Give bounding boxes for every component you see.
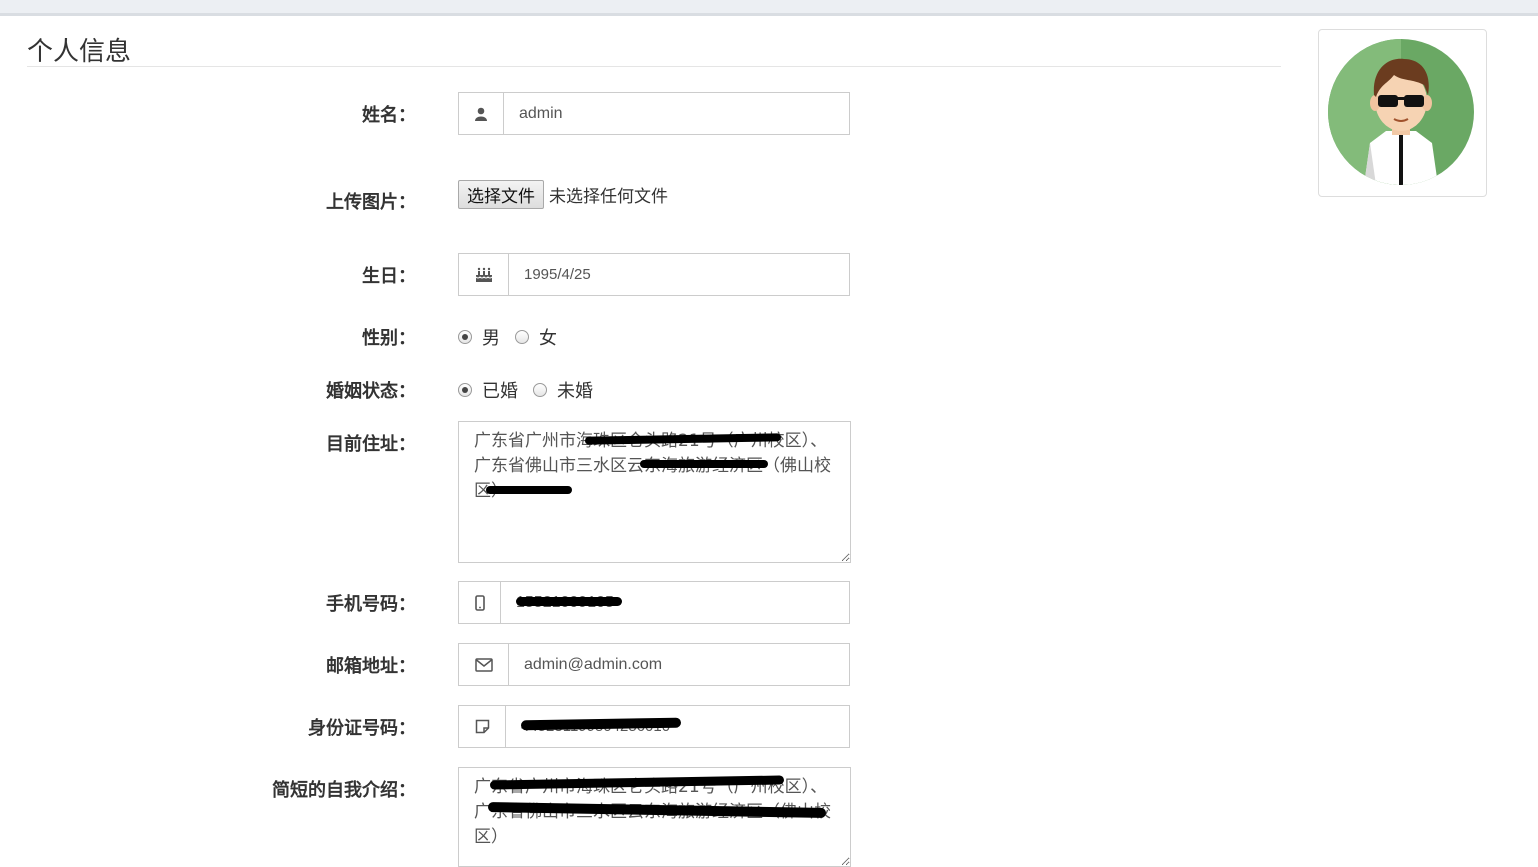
top-bar: [0, 0, 1538, 16]
page-title: 个人信息: [27, 37, 132, 67]
choose-file-button[interactable]: 选择文件: [458, 180, 544, 209]
idcard-label: 身份证号码：: [308, 718, 416, 739]
address-label: 目前住址：: [326, 434, 416, 455]
user-icon: [459, 93, 504, 134]
gender-option-label: 女: [539, 328, 557, 349]
upload-label: 上传图片：: [326, 192, 416, 213]
address-textarea[interactable]: 广东省广州市海珠区仑头路21号（广州校区）、广东省佛山市三水区云东海旅游经济区（…: [458, 421, 851, 563]
gender-option-label: 男: [482, 328, 500, 349]
title-divider: [27, 66, 1281, 67]
idcard-input[interactable]: [506, 706, 849, 747]
mobile-phone-icon: [459, 582, 501, 623]
marital-label: 婚姻状态：: [326, 381, 416, 402]
marital-option-label: 未婚: [557, 381, 593, 402]
email-label: 邮箱地址：: [326, 656, 416, 677]
birthday-input[interactable]: [509, 254, 849, 295]
intro-label: 简短的自我介绍：: [272, 780, 416, 801]
marital-option-married[interactable]: 已婚: [458, 377, 518, 403]
marital-radio-unmarried[interactable]: [533, 383, 547, 397]
marital-option-label: 已婚: [482, 381, 518, 402]
gender-option-female[interactable]: 女: [515, 324, 557, 350]
phone-input-group: [458, 581, 850, 624]
birthday-label: 生日：: [362, 266, 416, 287]
gender-radio-group: 男 女: [458, 324, 572, 350]
idcard-input-group: [458, 705, 850, 748]
phone-label: 手机号码：: [326, 594, 416, 615]
name-input[interactable]: [504, 93, 849, 134]
gender-option-male[interactable]: 男: [458, 324, 500, 350]
gender-radio-female[interactable]: [515, 330, 529, 344]
envelope-icon: [459, 644, 509, 685]
gender-radio-male[interactable]: [458, 330, 472, 344]
phone-input[interactable]: [501, 582, 849, 623]
name-input-group: [458, 92, 850, 135]
marital-radio-married[interactable]: [458, 383, 472, 397]
user-avatar-image: [1328, 39, 1474, 185]
birthday-input-group: [458, 253, 850, 296]
name-label: 姓名：: [362, 105, 416, 126]
email-input-group: [458, 643, 850, 686]
email-input[interactable]: [509, 644, 849, 685]
file-upload: 选择文件 未选择任何文件: [458, 180, 668, 209]
marital-option-unmarried[interactable]: 未婚: [533, 377, 593, 403]
file-status: 未选择任何文件: [549, 187, 668, 207]
intro-textarea[interactable]: 广东省广州市海珠区仑头路21号（广州校区）、广东省佛山市三水区云东海旅游经济区（…: [458, 767, 851, 867]
birthday-cake-icon: [459, 254, 509, 295]
id-card-icon: [459, 706, 506, 747]
avatar: [1318, 29, 1487, 197]
gender-label: 性别：: [362, 328, 416, 349]
marital-radio-group: 已婚 未婚: [458, 377, 608, 403]
